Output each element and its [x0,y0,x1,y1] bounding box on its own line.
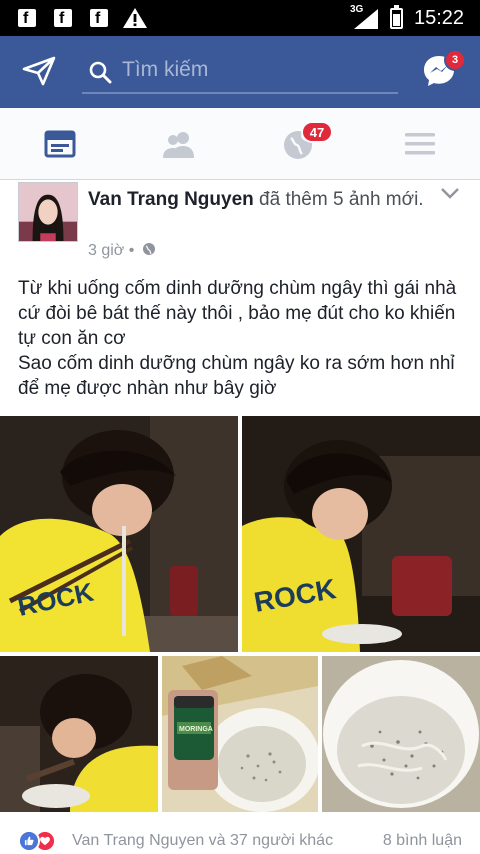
meta-separator: • [124,242,139,259]
chevron-down-icon[interactable] [440,186,460,200]
send-icon[interactable] [22,56,56,86]
globe-icon [142,243,155,255]
post-header-text: Van Trang Nguyen đã thêm 5 ảnh mới. [88,187,428,213]
product-label: MORINGA [179,726,213,733]
tab-bar [0,108,480,180]
post-action: đã thêm 5 ảnh mới. [253,189,424,210]
post-time[interactable]: 3 giờ [88,242,124,259]
post-meta: 3 giờ • [88,242,156,260]
notifications-badge: 47 [301,121,333,143]
post-card: Van Trang Nguyen đã thêm 5 ảnh mới. 3 gi… [0,180,480,854]
avatar[interactable] [18,182,78,242]
post-photo[interactable] [322,656,480,812]
post-photo[interactable]: ROCK [242,416,480,652]
messenger-badge: 3 [444,49,466,71]
post-photo[interactable]: ROCK [0,416,238,652]
search-bar[interactable]: Tìm kiếm [82,54,398,94]
battery-icon [390,5,403,29]
reaction-names[interactable]: Van Trang Nguyen và 37 người khác [72,832,333,850]
reactions-bar[interactable]: Van Trang Nguyen và 37 người khác 8 bình… [18,828,468,852]
comment-count[interactable]: 8 bình luận [383,832,462,850]
facebook-notification-icon: f [90,9,108,27]
search-placeholder: Tìm kiếm [122,58,209,81]
post-photo[interactable]: MORINGA [162,656,318,812]
post-photo[interactable] [0,656,158,812]
news-feed-icon[interactable] [43,128,77,160]
menu-icon[interactable] [403,128,437,160]
facebook-notification-icon: f [54,9,72,27]
signal-icon [354,9,378,29]
friends-icon[interactable] [162,128,196,160]
status-bar: f f f 3G 15:22 [0,0,480,36]
post-text: Từ khi uống cốm dinh dưỡng chùm ngây thì… [18,278,457,399]
facebook-notification-icon: f [18,9,36,27]
author-name[interactable]: Van Trang Nguyen [88,189,254,210]
app-header: Tìm kiếm 3 [0,36,480,108]
warning-icon [123,8,147,28]
like-icon [18,830,40,852]
clock: 15:22 [414,7,465,29]
search-icon [89,61,112,84]
